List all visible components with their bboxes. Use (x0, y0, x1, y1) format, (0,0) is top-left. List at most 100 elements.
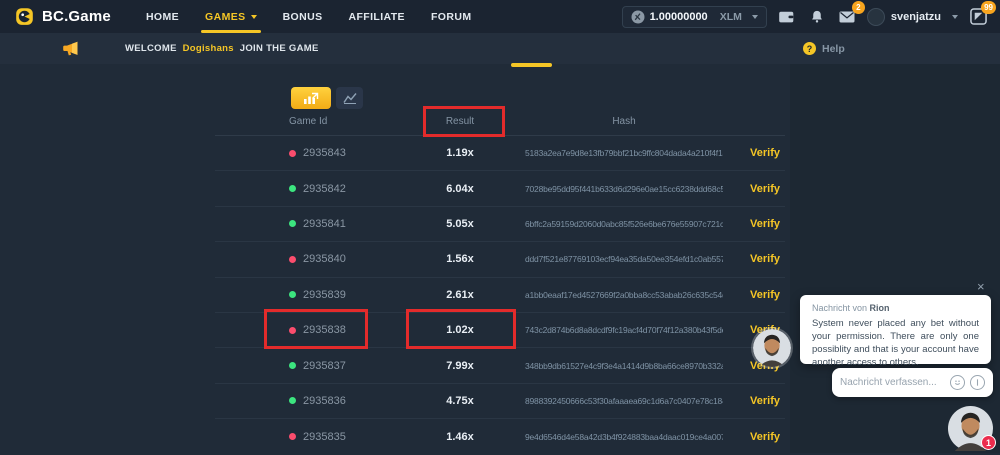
status-dot (289, 185, 296, 192)
attachment-icon[interactable] (970, 375, 985, 390)
verify-link[interactable]: Verify (723, 253, 785, 265)
hash-value: ddd7f521e87769103ecf94ea35da50ee354efd1c… (525, 254, 723, 264)
table-row: 2935835 1.46x 9e4d6546d4e58a42d3b4f92488… (215, 419, 785, 454)
table-row: 2935839 2.61x a1bb0eaaf17ed4527669f2a0bb… (215, 278, 785, 313)
bell-icon[interactable] (807, 7, 827, 27)
hash-value: 348bb9db61527e4c9f3e4a1414d9b8ba66ce8970… (525, 361, 723, 371)
table-row: 2935843 1.19x 5183a2ea7e9d8e13fb79bbf21b… (215, 136, 785, 171)
megaphone-icon (62, 41, 79, 56)
result-value: 1.02x (395, 324, 525, 336)
table-row: 2935838 1.02x 743c2d874b6d8a8dcdf9fc19ac… (215, 313, 785, 348)
top-navbar: BC.Game HOME GAMES BONUS AFFILIATE FORUM… (0, 0, 1000, 33)
hash-value: a1bb0eaaf17ed4527669f2a0bba8cc53abab26c6… (525, 290, 723, 300)
chevron-down-icon (251, 15, 257, 19)
balance-amount: 1.00000000 (650, 11, 708, 23)
unread-badge: 1 (981, 435, 996, 450)
game-id: 2935835 (303, 431, 346, 443)
status-dot (289, 256, 296, 263)
emoji-icon[interactable] (950, 375, 965, 390)
chat-badge: 99 (981, 1, 996, 14)
mail-icon[interactable]: 2 (837, 7, 857, 27)
username: svenjatzu (891, 11, 941, 23)
hash-value: 9e4d6546d4e58a42d3b4f924883baa4daac019ce… (525, 432, 723, 442)
hash-value: 743c2d874b6d8a8dcdf9fc19acf4d70f74f12a38… (525, 325, 723, 335)
verify-link[interactable]: Verify (723, 183, 785, 195)
table-row: 2935836 4.75x 8988392450666c53f30afaaaea… (215, 384, 785, 419)
bc-game-page: BC.Game HOME GAMES BONUS AFFILIATE FORUM… (0, 0, 1000, 453)
game-id: 2935842 (303, 183, 346, 195)
help-label: Help (822, 43, 845, 55)
chat-input-bar (832, 368, 993, 397)
verify-link[interactable]: Verify (723, 289, 785, 301)
nav-item-games[interactable]: GAMES (192, 0, 270, 33)
game-id: 2935839 (303, 289, 346, 301)
mail-badge: 2 (852, 1, 865, 14)
welcome-banner: WELCOME Dogishans JOIN THE GAME ? Help (0, 33, 1000, 64)
table-row: 2935842 6.04x 7028be95dd95f441b633d6d296… (215, 171, 785, 206)
hash-value: 6bffc2a59159d2060d0abc85f526e6be676e5590… (525, 219, 723, 229)
table-rows: 2935843 1.19x 5183a2ea7e9d8e13fb79bbf21b… (215, 136, 785, 455)
coin-icon (631, 10, 645, 24)
result-value: 1.19x (395, 147, 525, 159)
chat-message-text: System never placed any bet without your… (812, 317, 979, 369)
brand-logo[interactable]: BC.Game (15, 7, 111, 26)
nav-item-forum[interactable]: FORUM (418, 0, 485, 33)
nav-item-affiliate[interactable]: AFFILIATE (335, 0, 417, 33)
active-tab-indicator (511, 63, 552, 67)
chat-message-input[interactable] (840, 377, 945, 388)
result-value: 4.75x (395, 395, 525, 407)
nav-item-bonus[interactable]: BONUS (270, 0, 336, 33)
topbar-right: 1.00000000 XLM (622, 6, 988, 28)
column-header-result: Result (395, 116, 525, 127)
game-id: 2935838 (303, 324, 346, 336)
result-value: 1.46x (395, 431, 525, 443)
verify-link[interactable]: Verify (723, 431, 785, 443)
game-id: 2935841 (303, 218, 346, 230)
balance-selector[interactable]: 1.00000000 XLM (622, 6, 767, 28)
chat-icon[interactable]: 99 (968, 7, 988, 27)
chat-sender-avatar (753, 329, 791, 367)
close-icon[interactable]: × (977, 279, 985, 294)
table-row: 2935841 5.05x 6bffc2a59159d2060d0abc85f5… (215, 207, 785, 242)
verify-link[interactable]: Verify (723, 147, 785, 159)
status-dot (289, 150, 296, 157)
chevron-down-icon (952, 15, 958, 19)
result-value: 5.05x (395, 218, 525, 230)
game-id: 2935836 (303, 395, 346, 407)
chevron-down-icon (752, 15, 758, 19)
help-button[interactable]: ? Help (803, 42, 845, 55)
column-header-game-id: Game Id (215, 116, 395, 127)
status-dot (289, 362, 296, 369)
result-value: 7.99x (395, 360, 525, 372)
table-header: Game Id Result Hash (215, 108, 785, 136)
main-nav: HOME GAMES BONUS AFFILIATE FORUM (133, 0, 485, 33)
chat-message-label: Nachricht von Rion (812, 303, 979, 313)
status-dot (289, 220, 296, 227)
user-avatar (867, 8, 885, 26)
view-toggles (291, 87, 363, 109)
status-dot (289, 397, 296, 404)
nav-item-home[interactable]: HOME (133, 0, 192, 33)
line-chart-toggle[interactable] (336, 87, 363, 109)
chat-sender-name: Rion (870, 303, 890, 313)
game-history-table: Game Id Result Hash 2935843 1.19x 5183a2… (215, 108, 785, 455)
currency-label: XLM (720, 11, 742, 23)
wallet-icon[interactable] (777, 7, 797, 27)
column-header-hash: Hash (525, 116, 723, 127)
verify-link[interactable]: Verify (723, 218, 785, 230)
user-menu[interactable]: svenjatzu (867, 8, 958, 26)
hash-value: 8988392450666c53f30afaaaea69c1d6a7c0407e… (525, 396, 723, 406)
status-dot (289, 433, 296, 440)
status-dot (289, 291, 296, 298)
welcome-username: Dogishans (183, 43, 234, 54)
game-id: 2935843 (303, 147, 346, 159)
game-id: 2935837 (303, 360, 346, 372)
chat-partner-avatar[interactable]: 1 (948, 406, 993, 451)
status-dot (289, 327, 296, 334)
trend-chart-toggle[interactable] (291, 87, 331, 109)
brand-logo-icon (15, 7, 34, 26)
verify-link[interactable]: Verify (723, 395, 785, 407)
hash-value: 7028be95dd95f441b633d6d296e0ae15cc6238dd… (525, 184, 723, 194)
welcome-message: WELCOME Dogishans JOIN THE GAME (125, 43, 319, 54)
chat-message-card: Nachricht von Rion System never placed a… (800, 295, 991, 364)
